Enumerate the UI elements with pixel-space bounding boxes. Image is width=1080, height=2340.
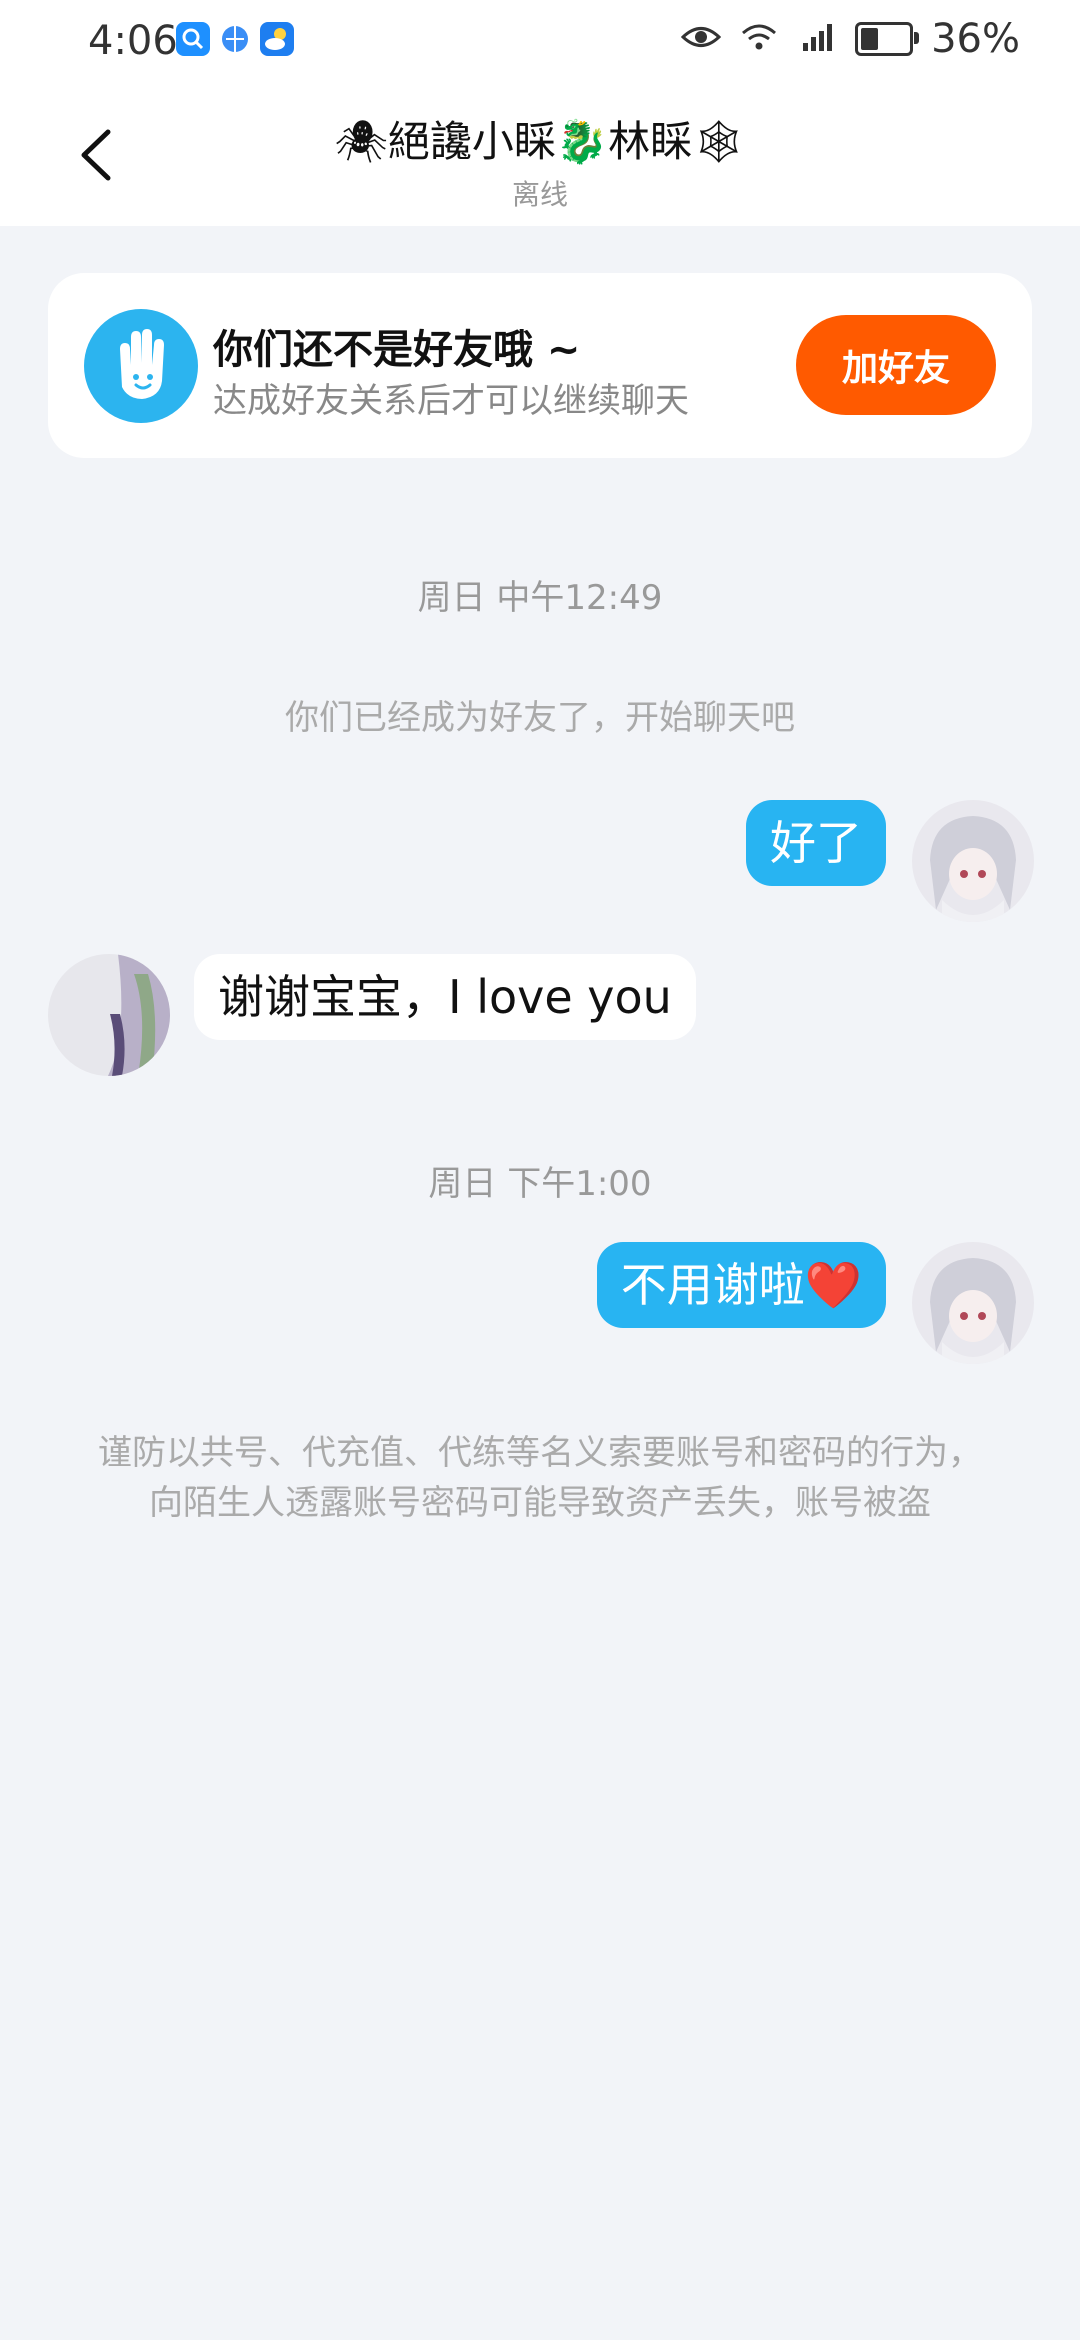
wave-hand-icon: [84, 309, 198, 423]
search-app-icon: [176, 22, 210, 56]
header-title-group[interactable]: 🕷絕讒小睬🐉林睬🕸 离线: [0, 108, 1080, 213]
contact-avatar[interactable]: [48, 954, 170, 1076]
status-bar: 4:06 36%: [0, 0, 1080, 80]
add-friend-button[interactable]: 加好友: [796, 315, 996, 415]
contact-name: 🕷絕讒小睬🐉林睬🕸: [334, 117, 746, 166]
chat-timestamp: 周日 下午1:00: [428, 1164, 652, 1204]
battery-percent: 36%: [931, 16, 1020, 62]
signal-icon: [797, 21, 837, 57]
friend-card-subtitle: 达成好友关系后才可以继续聊天: [213, 381, 689, 421]
chat-header: 🕷絕讒小睬🐉林睬🕸 离线: [0, 80, 1080, 226]
friend-card-title: 你们还不是好友哦 ~: [213, 327, 581, 373]
security-warning: 谨防以共号、代充值、代练等名义索要账号和密码的行为，向陌生人透露账号密码可能导致…: [98, 1433, 982, 1523]
chat-timestamp: 周日 中午12:49: [417, 578, 663, 618]
system-notice: 你们已经成为好友了，开始聊天吧: [285, 698, 795, 738]
contact-status: 离线: [511, 178, 568, 211]
weather-app-icon: [260, 22, 294, 56]
eye-icon: [680, 22, 722, 56]
friend-request-card: 你们还不是好友哦 ~ 达成好友关系后才可以继续聊天 加好友: [48, 273, 1032, 458]
battery-fill: [861, 28, 878, 50]
message-bubble-outgoing[interactable]: 好了: [746, 800, 886, 886]
message-bubble-incoming[interactable]: 谢谢宝宝，I love you: [194, 954, 696, 1040]
browser-app-icon: [218, 22, 252, 56]
wifi-icon: [739, 21, 779, 57]
message-bubble-outgoing[interactable]: 不用谢啦❤️: [596, 1242, 886, 1328]
status-time: 4:06: [88, 18, 178, 64]
my-avatar[interactable]: [912, 1242, 1034, 1364]
status-right: 36%: [680, 16, 1020, 62]
battery-icon: [855, 22, 920, 56]
my-avatar[interactable]: [912, 800, 1034, 922]
